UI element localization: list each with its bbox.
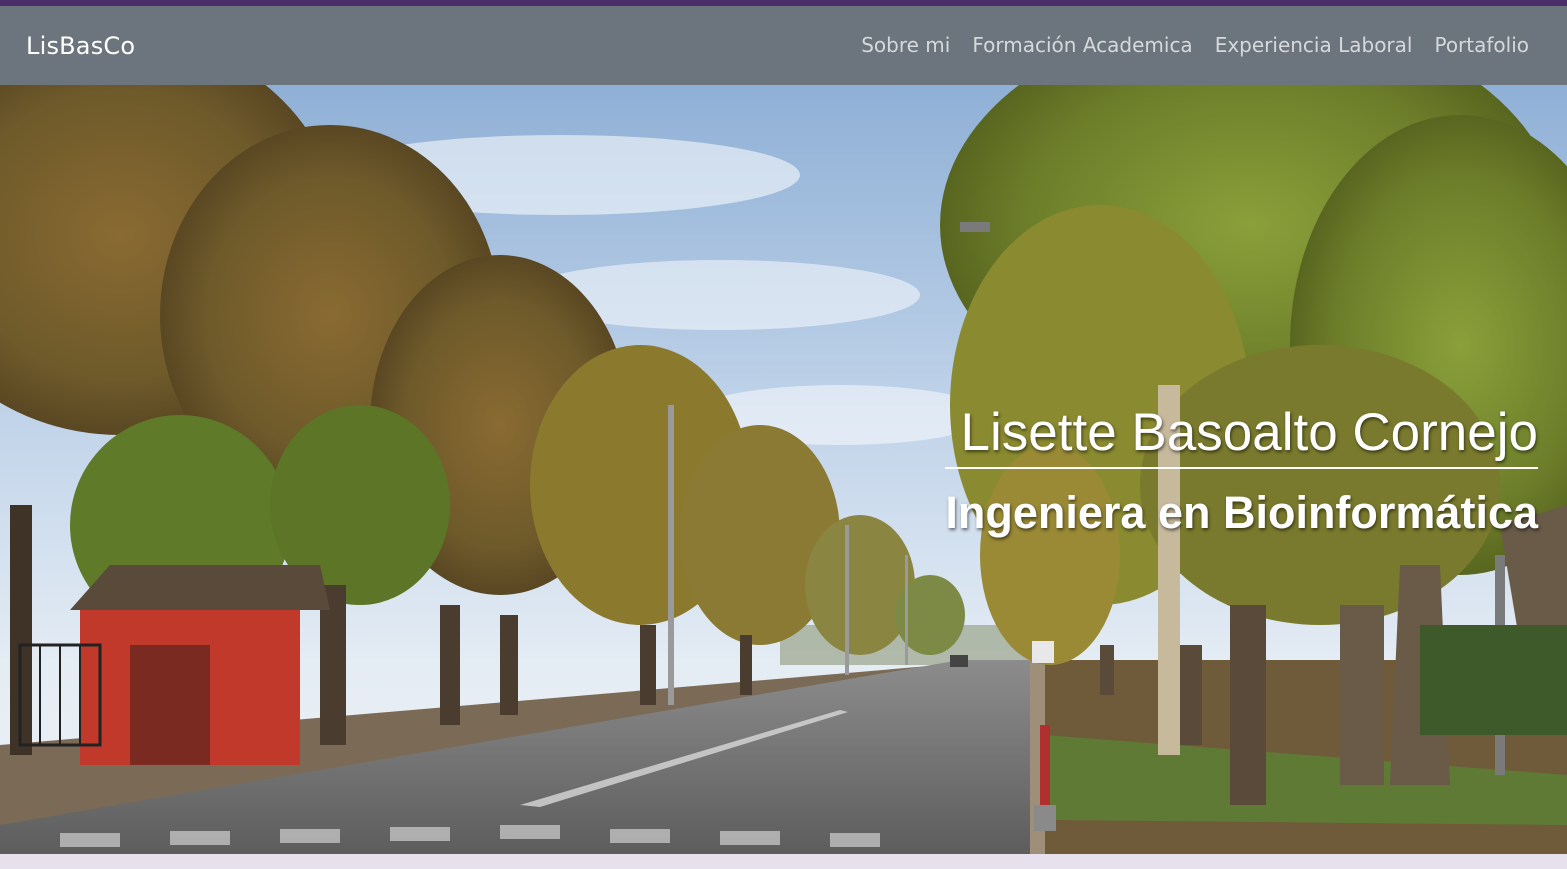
nav-link-portafolio[interactable]: Portafolio (1434, 33, 1529, 57)
hero-profession-subtitle: Ingeniera en Bioinformática (945, 487, 1538, 538)
hero-text-block: Lisette Basoalto Cornejo Ingeniera en Bi… (945, 403, 1538, 541)
brand-logo-link[interactable]: LisBasCo (26, 32, 135, 60)
nav-links: Sobre mi Formación Academica Experiencia… (861, 33, 1529, 57)
hero-section: Lisette Basoalto Cornejo Ingeniera en Bi… (0, 85, 1567, 854)
nav-link-formacion-academica[interactable]: Formación Academica (972, 33, 1192, 57)
hero-name-heading: Lisette Basoalto Cornejo (945, 403, 1538, 469)
navbar: LisBasCo Sobre mi Formación Academica Ex… (0, 6, 1567, 85)
nav-link-sobre-mi[interactable]: Sobre mi (861, 33, 950, 57)
nav-link-experiencia-laboral[interactable]: Experiencia Laboral (1215, 33, 1413, 57)
bottom-strip (0, 854, 1567, 869)
